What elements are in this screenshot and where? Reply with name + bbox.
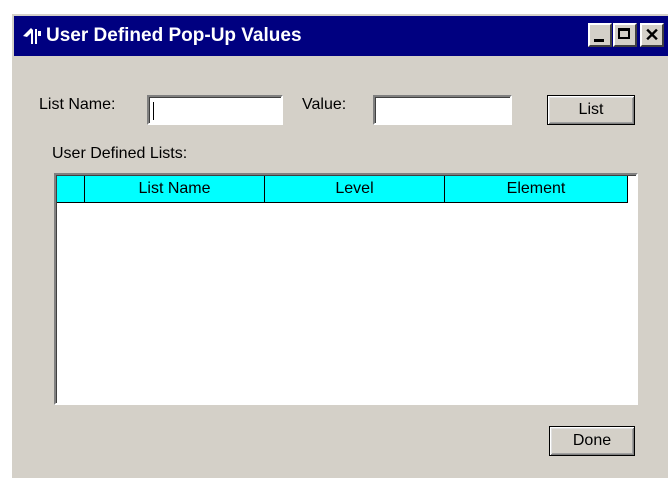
maximize-button[interactable] bbox=[613, 23, 637, 47]
close-button[interactable]: ✕ bbox=[640, 23, 664, 47]
value-input[interactable] bbox=[373, 95, 512, 125]
dialog-window: User Defined Pop-Up Values ✕ List Name: … bbox=[10, 12, 668, 478]
maximize-icon bbox=[618, 28, 630, 39]
list-name-input[interactable] bbox=[147, 95, 283, 125]
column-header-list-name[interactable]: List Name bbox=[85, 176, 265, 202]
column-header-element[interactable]: Element bbox=[445, 176, 627, 202]
column-header-level[interactable]: Level bbox=[265, 176, 445, 202]
minimize-button[interactable] bbox=[588, 23, 612, 47]
text-caret bbox=[153, 102, 154, 120]
user-defined-lists-label: User Defined Lists: bbox=[52, 145, 188, 162]
row-selector-header[interactable] bbox=[57, 176, 85, 202]
user-defined-lists-grid[interactable]: List Name Level Element bbox=[54, 173, 638, 405]
close-icon: ✕ bbox=[644, 25, 660, 45]
minimize-icon bbox=[594, 39, 604, 42]
grid-body[interactable]: List Name Level Element bbox=[56, 175, 636, 403]
list-button[interactable]: List bbox=[547, 95, 635, 125]
window-title: User Defined Pop-Up Values bbox=[46, 25, 302, 46]
app-icon bbox=[23, 28, 41, 44]
title-bar[interactable]: User Defined Pop-Up Values ✕ bbox=[14, 16, 668, 56]
list-name-label: List Name: bbox=[39, 96, 116, 113]
done-button[interactable]: Done bbox=[549, 426, 635, 456]
value-label: Value: bbox=[302, 96, 347, 113]
grid-header-row: List Name Level Element bbox=[57, 176, 628, 203]
